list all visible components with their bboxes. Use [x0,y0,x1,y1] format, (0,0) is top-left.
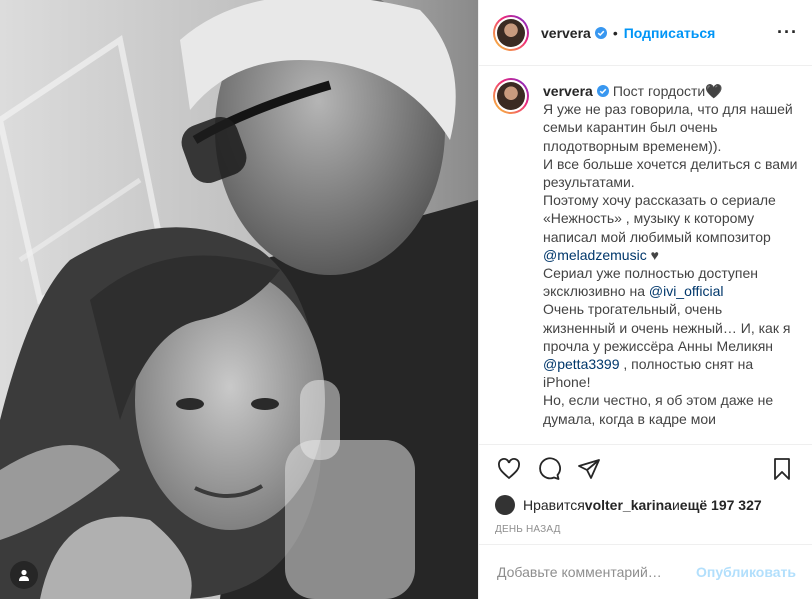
post-photo[interactable] [0,0,478,599]
comment-icon [539,456,561,480]
author-avatar[interactable] [493,14,529,51]
liker-avatar[interactable] [495,495,515,515]
caption-username[interactable]: ververa [543,83,593,99]
bookmark-icon [774,457,790,480]
share-button[interactable] [569,449,609,489]
comment-button[interactable] [529,449,569,489]
save-button[interactable] [762,449,802,489]
action-bar [479,444,812,492]
caption-line-7: Но, если честно, я об этом даже не думал… [543,392,774,427]
likes-count[interactable]: ещё 197 327 [680,497,762,513]
tagged-users-button[interactable] [10,561,38,589]
verified-badge-icon [596,85,609,97]
comment-input[interactable] [495,563,697,581]
verified-badge-icon [594,26,607,39]
likes-summary: Нравится volter_karina и ещё 197 327 [479,492,812,518]
post-date[interactable]: ДЕНЬ НАЗАД [479,518,812,544]
heart-icon [498,457,520,479]
caption-heart: ♥ [646,246,659,263]
separator-dot: • [612,24,618,41]
mention-petta3399[interactable]: @petta3399 [543,356,620,372]
instagram-post: ververa • Подписаться ··· ververa Пост го… [0,0,812,599]
caption-line-1: Пост гордости🖤 [612,83,723,99]
share-icon [578,458,600,479]
likes-prefix: Нравится [523,497,585,513]
publish-button[interactable]: Опубликовать [696,564,796,580]
caption-line-3: И все больше хочется делиться с вами рез… [543,155,798,191]
caption-line-2: Я уже не раз говорила, что для нашей сем… [543,101,793,154]
post-header: ververa • Подписаться ··· [479,0,812,66]
mention-ivi-official[interactable]: @ivi_official [649,283,724,299]
like-button[interactable] [489,449,529,489]
caption-line-4: Поэтому хочу рассказать о сериале «Нежно… [543,192,776,245]
caption-section: ververa Пост гордости🖤 Я уже не раз говор… [479,66,812,444]
comment-form: Опубликовать [479,544,812,599]
follow-button[interactable]: Подписаться [624,25,716,41]
likes-middle: и [671,497,680,513]
caption-text: ververa Пост гордости🖤 Я уже не раз говор… [543,82,798,444]
mention-meladzemusic[interactable]: @meladzemusic [543,247,647,263]
more-options-icon[interactable]: ··· [777,22,798,43]
photo-illustration [0,0,478,599]
post-sidebar: ververa • Подписаться ··· ververa Пост го… [478,0,812,599]
user-icon [19,569,29,581]
liker-username[interactable]: volter_karina [585,497,672,513]
caption-author-avatar[interactable] [493,78,529,114]
author-username[interactable]: ververa [541,25,591,41]
caption-line-6: Очень трогательный, очень жизненный и оч… [543,301,791,354]
